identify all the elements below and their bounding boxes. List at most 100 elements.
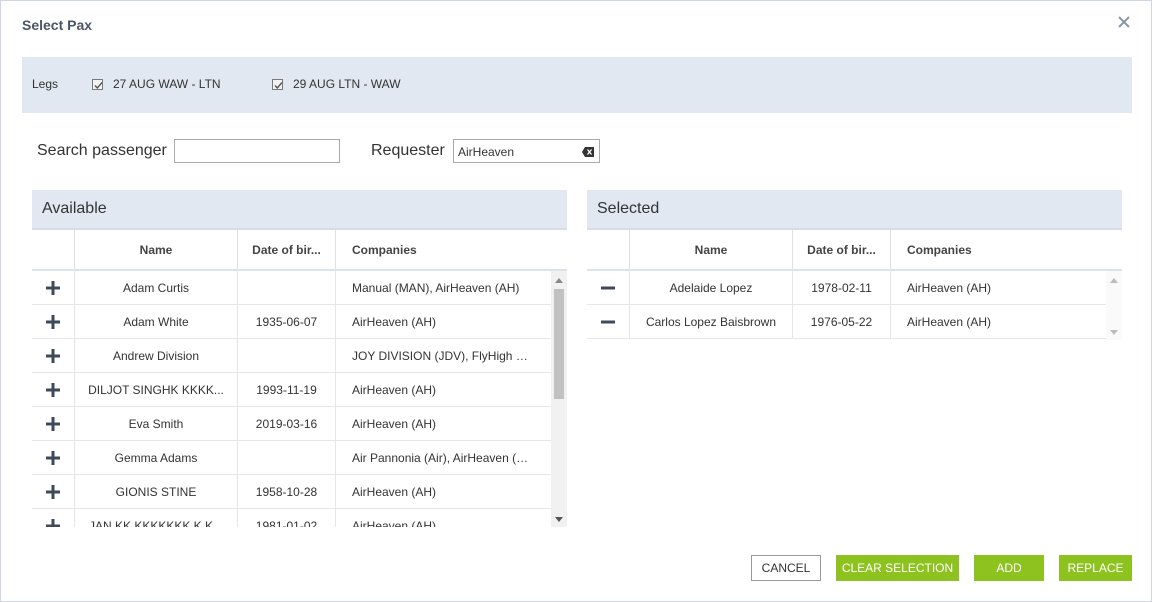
available-title: Available bbox=[32, 190, 567, 230]
action-column-header bbox=[587, 230, 630, 269]
minus-icon[interactable] bbox=[587, 271, 630, 304]
cell-name: Carlos Lopez Baisbrown bbox=[630, 305, 793, 338]
table-row[interactable]: Gemma Adams Air Pannonia (Air), AirHeaven… bbox=[32, 441, 567, 475]
scroll-down-arrow-icon[interactable] bbox=[555, 517, 563, 522]
available-panel: Available Name Date of bir... Companies … bbox=[32, 190, 567, 527]
scroll-up-arrow-icon[interactable] bbox=[555, 278, 563, 283]
cell-name: Gemma Adams bbox=[75, 441, 238, 474]
available-scrollbar[interactable] bbox=[551, 271, 567, 527]
available-grid-body: Adam Curtis Manual (MAN), AirHeaven (AH) A… bbox=[32, 271, 567, 527]
table-row[interactable]: Adam Curtis Manual (MAN), AirHeaven (AH) bbox=[32, 271, 567, 305]
column-header-name[interactable]: Name bbox=[75, 230, 238, 269]
plus-icon[interactable] bbox=[32, 271, 75, 304]
selected-title: Selected bbox=[587, 190, 1122, 230]
cell-companies: AirHeaven (AH) bbox=[336, 475, 567, 508]
cell-companies-text: Air Pannonia (Air), AirHeaven (A... bbox=[352, 450, 532, 465]
checkbox-checked-icon[interactable] bbox=[92, 78, 103, 90]
selected-grid-header: Name Date of bir... Companies bbox=[587, 230, 1122, 271]
plus-icon[interactable] bbox=[32, 509, 75, 527]
column-header-dob[interactable]: Date of bir... bbox=[793, 230, 891, 269]
cell-companies: Manual (MAN), AirHeaven (AH) bbox=[336, 271, 567, 304]
scroll-down-arrow-icon[interactable] bbox=[1110, 330, 1118, 335]
cell-date-of-birth: 1993-11-19 bbox=[238, 373, 336, 406]
selected-panel: Selected Name Date of bir... Companies A… bbox=[587, 190, 1122, 340]
leg-checkbox-1[interactable]: 27 AUG WAW - LTN bbox=[92, 77, 221, 91]
cell-date-of-birth bbox=[238, 441, 336, 474]
selected-scrollbar[interactable] bbox=[1106, 271, 1122, 340]
scroll-up-arrow-icon[interactable] bbox=[1110, 278, 1118, 283]
cell-companies: AirHeaven (AH) bbox=[336, 305, 567, 338]
available-grid-header: Name Date of bir... Companies bbox=[32, 230, 567, 271]
table-row[interactable]: Eva Smith 2019-03-16 AirHeaven (AH) bbox=[32, 407, 567, 441]
plus-icon[interactable] bbox=[32, 475, 75, 508]
table-row[interactable]: JAN KK KKKKKKK K K... 1981-01-02 AirHeaven… bbox=[32, 509, 567, 527]
cell-companies-text: Manual (MAN), AirHeaven (AH) bbox=[352, 280, 520, 295]
cell-date-of-birth: 1935-06-07 bbox=[238, 305, 336, 338]
cell-companies: AirHeaven (AH) bbox=[891, 271, 1122, 304]
cell-companies-text: AirHeaven (AH) bbox=[352, 518, 437, 528]
cell-companies-text: AirHeaven (AH) bbox=[352, 416, 437, 431]
selected-grid-body: Adelaide Lopez 1978-02-11 AirHeaven (AH) Ca… bbox=[587, 271, 1122, 340]
table-row[interactable]: Adelaide Lopez 1978-02-11 AirHeaven (AH) bbox=[587, 271, 1122, 305]
backspace-clear-icon[interactable] bbox=[582, 146, 594, 160]
cell-companies-text: AirHeaven (AH) bbox=[352, 484, 437, 499]
cell-companies-text: AirHeaven (AH) bbox=[352, 314, 437, 329]
close-icon[interactable] bbox=[1117, 15, 1133, 35]
search-passenger-input[interactable] bbox=[174, 139, 340, 163]
plus-icon[interactable] bbox=[32, 373, 75, 406]
cell-companies-text: JOY DIVISION (JDV), FlyHigh Lt... bbox=[352, 348, 532, 363]
column-header-companies[interactable]: Companies bbox=[891, 230, 1122, 269]
leg-checkbox-2[interactable]: 29 AUG LTN - WAW bbox=[272, 77, 401, 91]
cell-name: Adam White bbox=[75, 305, 238, 338]
cell-date-of-birth bbox=[238, 271, 336, 304]
legs-label: Legs bbox=[32, 77, 59, 91]
scroll-thumb[interactable] bbox=[554, 289, 564, 399]
column-header-companies[interactable]: Companies bbox=[336, 230, 567, 269]
plus-icon[interactable] bbox=[32, 407, 75, 440]
cell-companies: Air Pannonia (Air), AirHeaven (A... bbox=[336, 441, 567, 474]
cell-date-of-birth: 1958-10-28 bbox=[238, 475, 336, 508]
cell-companies: AirHeaven (AH) bbox=[336, 407, 567, 440]
select-pax-dialog: Select Pax Legs 27 AUG WAW - LTN 29 AUG … bbox=[0, 0, 1152, 602]
plus-icon[interactable] bbox=[32, 305, 75, 338]
cell-name: GIONIS STINE bbox=[75, 475, 238, 508]
cell-companies-text: AirHeaven (AH) bbox=[352, 382, 437, 397]
cell-name: Andrew Division bbox=[75, 339, 238, 372]
clear-selection-button[interactable]: CLEAR SELECTION bbox=[836, 555, 959, 581]
cell-date-of-birth: 2019-03-16 bbox=[238, 407, 336, 440]
plus-icon[interactable] bbox=[32, 339, 75, 372]
table-row[interactable]: Adam White 1935-06-07 AirHeaven (AH) bbox=[32, 305, 567, 339]
cell-companies: AirHeaven (AH) bbox=[336, 509, 567, 528]
requester-value: AirHeaven bbox=[458, 145, 515, 159]
cell-date-of-birth: 1978-02-11 bbox=[793, 271, 891, 304]
cell-companies: AirHeaven (AH) bbox=[891, 305, 1122, 338]
table-row[interactable]: DILJOT SINGHK KKKK... 1993-11-19 AirHeaven… bbox=[32, 373, 567, 407]
search-passenger-label: Search passenger bbox=[37, 142, 167, 159]
add-button[interactable]: ADD bbox=[974, 555, 1044, 581]
cell-name: Adam Curtis bbox=[75, 271, 238, 304]
replace-button[interactable]: REPLACE bbox=[1059, 555, 1132, 581]
cell-date-of-birth: 1976-05-22 bbox=[793, 305, 891, 338]
cell-name: Adelaide Lopez bbox=[630, 271, 793, 304]
cell-name: DILJOT SINGHK KKKK... bbox=[75, 373, 238, 406]
minus-icon[interactable] bbox=[587, 305, 630, 338]
cell-name: Eva Smith bbox=[75, 407, 238, 440]
cell-date-of-birth: 1981-01-02 bbox=[238, 509, 336, 527]
checkbox-checked-icon[interactable] bbox=[272, 78, 283, 90]
action-column-header bbox=[32, 230, 75, 269]
requester-field[interactable]: AirHeaven bbox=[453, 139, 600, 163]
cell-companies: JOY DIVISION (JDV), FlyHigh Lt... bbox=[336, 339, 567, 372]
cell-companies-text: AirHeaven (AH) bbox=[907, 280, 992, 295]
cell-name: JAN KK KKKKKKK K K... bbox=[75, 509, 238, 527]
plus-icon[interactable] bbox=[32, 441, 75, 474]
table-row[interactable]: GIONIS STINE 1958-10-28 AirHeaven (AH) bbox=[32, 475, 567, 509]
column-header-name[interactable]: Name bbox=[630, 230, 793, 269]
leg-label-1: 27 AUG WAW - LTN bbox=[113, 77, 221, 91]
legs-bar: Legs 27 AUG WAW - LTN 29 AUG LTN - WAW bbox=[22, 57, 1132, 113]
cancel-button[interactable]: CANCEL bbox=[751, 555, 821, 581]
table-row[interactable]: Andrew Division JOY DIVISION (JDV), FlyHi… bbox=[32, 339, 567, 373]
leg-label-2: 29 AUG LTN - WAW bbox=[293, 77, 401, 91]
column-header-dob[interactable]: Date of bir... bbox=[238, 230, 336, 269]
cell-companies: AirHeaven (AH) bbox=[336, 373, 567, 406]
table-row[interactable]: Carlos Lopez Baisbrown 1976-05-22 AirHeave… bbox=[587, 305, 1122, 339]
